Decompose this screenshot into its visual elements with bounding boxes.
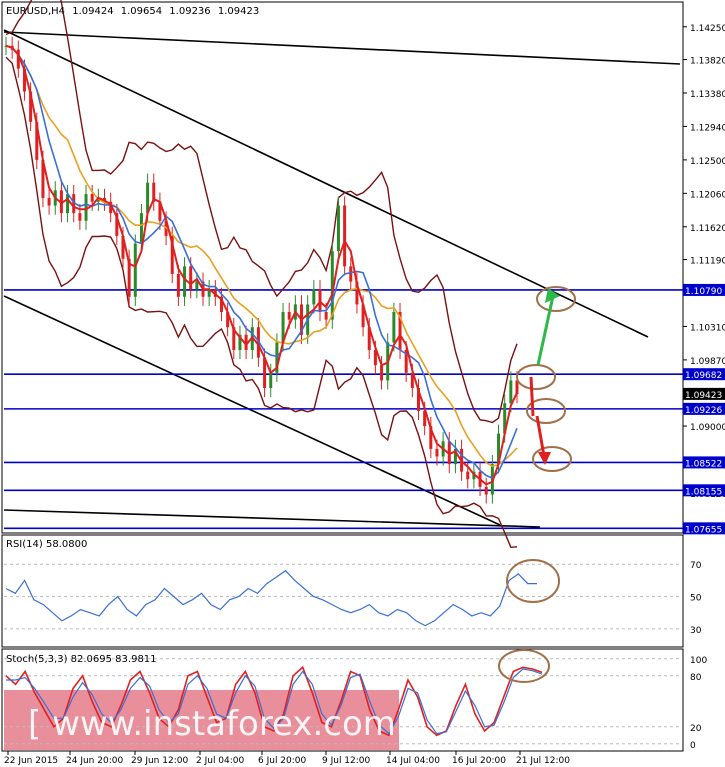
level-label: 1.08155 <box>685 487 722 497</box>
candle-body <box>195 281 199 290</box>
candle-body <box>90 194 94 202</box>
header-close: 1.09423 <box>218 6 259 17</box>
price-tick-label: 1.13380 <box>690 90 725 100</box>
stoch-tick-label: 20 <box>690 724 702 734</box>
price-header: EURUSD,H4 1.09424 1.09654 1.09236 1.0942… <box>6 6 259 17</box>
stoch-tick-label: 80 <box>690 673 702 683</box>
price-tick-label: 1.12500 <box>690 157 725 167</box>
level-label: 1.07655 <box>685 525 722 535</box>
price-tick-label: 1.09000 <box>690 423 725 433</box>
rsi-panel-frame <box>1 534 684 648</box>
candle-body <box>509 380 513 404</box>
chart-root: 1.14250 1.13820 1.13380 1.12940 1.12500 1.120… <box>1 0 725 766</box>
level-label: 1.08522 <box>685 459 722 469</box>
price-tick-label: 1.12940 <box>690 123 725 133</box>
candle-body <box>78 213 82 221</box>
price-tick-label: 1.10310 <box>690 323 725 333</box>
candle-body <box>484 486 488 495</box>
candle-body <box>336 205 340 252</box>
price-tick-label: 1.09870 <box>690 357 725 367</box>
x-tick-label: 14 Jul 04:00 <box>386 756 440 766</box>
candle-body <box>466 471 470 480</box>
level-label: 1.09226 <box>685 406 722 416</box>
candle-body <box>380 365 384 381</box>
x-tick-label: 22 Jun 2015 <box>4 756 58 766</box>
x-tick-label: 24 Jun 20:00 <box>66 756 123 766</box>
candle-body <box>435 448 439 457</box>
candle-body <box>84 194 88 221</box>
current-price-label: 1.09423 <box>685 391 722 401</box>
x-tick-label: 16 Jul 20:00 <box>452 756 506 766</box>
candle-body <box>66 194 70 214</box>
rsi-label: RSI(14) 58.0800 <box>6 539 87 550</box>
header-low: 1.09236 <box>169 6 210 17</box>
price-tick-label: 1.12060 <box>690 190 725 200</box>
price-tick-label: 1.11190 <box>690 257 725 267</box>
candle-body <box>343 205 347 267</box>
candle-body <box>133 243 137 297</box>
price-panel-frame <box>1 1 684 534</box>
x-tick-label: 2 Jul 04:00 <box>196 756 245 766</box>
rsi-tick-label: 30 <box>690 626 702 636</box>
candle-body <box>189 266 193 290</box>
candle-body <box>392 311 396 343</box>
candle-body <box>349 266 353 282</box>
x-tick-label: 29 Jun 12:00 <box>131 756 188 766</box>
arrow-down-mid <box>529 376 535 417</box>
candle-body <box>47 197 51 206</box>
candle-body <box>176 273 180 297</box>
level-label: 1.09682 <box>685 371 722 381</box>
stoch-tick-label: 100 <box>690 656 707 666</box>
header-high: 1.09654 <box>121 6 162 17</box>
price-tick-label: 1.14250 <box>690 24 725 34</box>
rsi-tick-label: 50 <box>690 594 702 604</box>
watermark: [ www.instaforex.com ] <box>28 704 420 744</box>
price-tick-label: 1.11620 <box>690 224 725 234</box>
x-tick-label: 6 Jul 20:00 <box>258 756 307 766</box>
price-tick-label: 1.13820 <box>690 57 725 67</box>
candle-body <box>287 311 291 320</box>
rsi-tick-label: 70 <box>690 561 702 571</box>
stoch-label: Stoch(5,3,3) 82.0695 83.9811 <box>6 654 157 665</box>
candle-body <box>324 311 328 320</box>
level-label: 1.10790 <box>685 287 722 297</box>
x-tick-label: 21 Jul 12:00 <box>516 756 570 766</box>
candle-body <box>312 289 316 305</box>
candle-body <box>269 372 273 389</box>
stoch-tick-label: 0 <box>690 741 696 751</box>
x-tick-label: 9 Jul 12:00 <box>322 756 371 766</box>
header-symbol: EURUSD,H4 <box>6 6 65 17</box>
header-open: 1.09424 <box>72 6 113 17</box>
candle-body <box>183 266 187 297</box>
